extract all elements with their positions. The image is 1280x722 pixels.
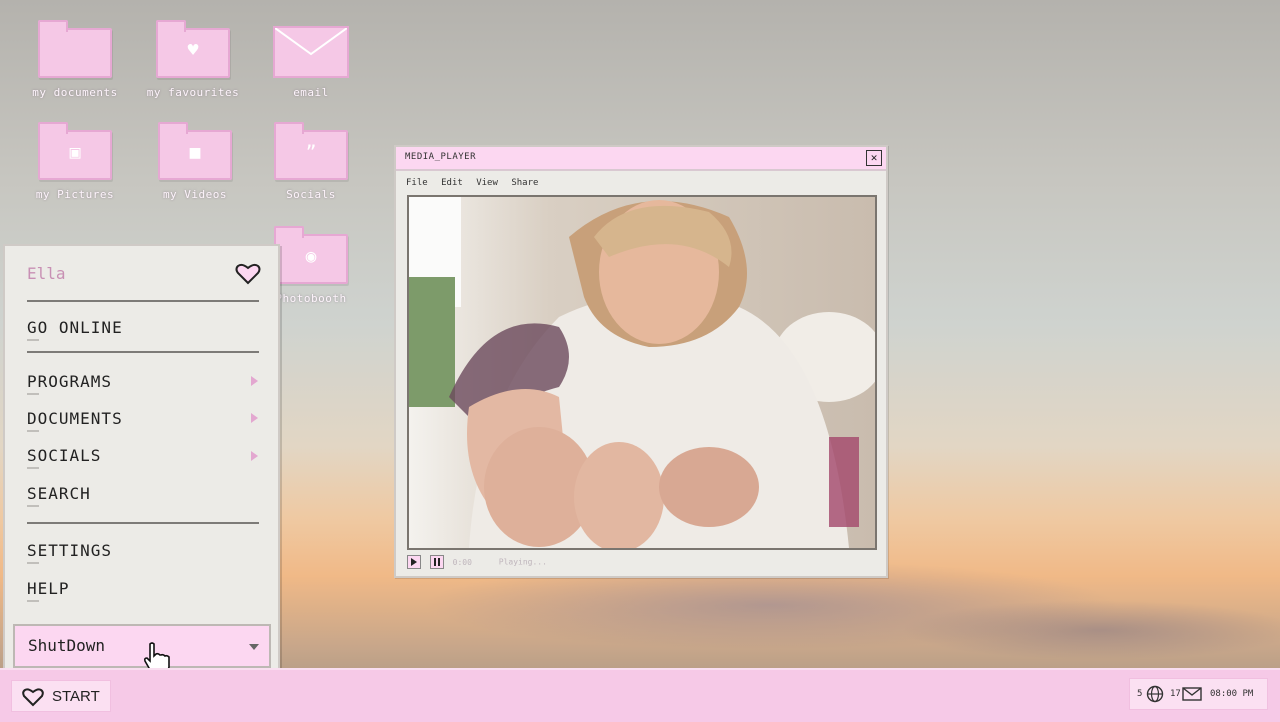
- heart-icon: [22, 688, 44, 707]
- close-icon: ✕: [870, 151, 878, 164]
- menu-item-go-online[interactable]: GO ONLINE: [27, 318, 123, 341]
- chevron-right-icon: [251, 376, 258, 386]
- desktop-icon-label: my Videos: [162, 188, 228, 201]
- menu-item-label: HELP: [27, 579, 70, 598]
- desktop-icon-label: my documents: [32, 86, 118, 99]
- clock: 08:00 PM: [1210, 689, 1254, 699]
- camera-folder-icon: ◉: [274, 226, 348, 284]
- desktop-icon-my-favourites[interactable]: ♥ my favourites: [138, 18, 248, 99]
- menu-item-label: GO ONLINE: [27, 318, 123, 337]
- menu-divider: [27, 300, 259, 302]
- menu-item-label: SOCIALS: [27, 446, 102, 465]
- system-tray: 5 17 08:00 PM: [1129, 678, 1268, 710]
- start-menu: Ella GO ONLINE PROGRAMS DOCUMENTS SOCIAL…: [3, 244, 280, 678]
- desktop-icon-my-documents[interactable]: my documents: [20, 18, 130, 99]
- menu-divider: [27, 351, 259, 353]
- envelope-icon: [273, 26, 349, 78]
- image-folder-icon: ▣: [38, 122, 112, 180]
- menu-item-documents[interactable]: DOCUMENTS: [27, 409, 123, 432]
- desktop-icon-label: email: [293, 86, 329, 99]
- menu-item-label: SEARCH: [27, 484, 91, 503]
- video-folder-icon: ■: [158, 122, 232, 180]
- menu-item-label: SETTINGS: [27, 541, 113, 560]
- menu-item-help[interactable]: HELP: [27, 579, 70, 602]
- chevron-right-icon: [251, 451, 258, 461]
- start-button[interactable]: START: [11, 680, 111, 712]
- mail-count: 17: [1170, 689, 1181, 699]
- notification-count: 5: [1137, 689, 1143, 699]
- menu-item-search[interactable]: SEARCH: [27, 484, 91, 507]
- video-content: [409, 197, 875, 548]
- playback-controls: 0:00 Playing...: [407, 555, 547, 571]
- heart-icon: [235, 263, 261, 285]
- desktop-icon-label: my favourites: [146, 86, 240, 99]
- shutdown-label: ShutDown: [28, 636, 106, 655]
- sky-cloud: [900, 600, 1280, 660]
- menu-edit[interactable]: Edit: [441, 178, 463, 188]
- menu-bar: File Edit View Share: [406, 178, 546, 188]
- pause-icon: [433, 558, 436, 566]
- folder-icon: [38, 20, 112, 78]
- chevron-down-icon: [249, 644, 259, 650]
- heart-folder-icon: ♥: [156, 20, 230, 78]
- desktop-icon-my-videos[interactable]: ■ my Videos: [140, 120, 250, 201]
- menu-item-label: PROGRAMS: [27, 372, 113, 391]
- menu-item-settings[interactable]: SETTINGS: [27, 541, 112, 564]
- taskbar: START 5 17 08:00 PM: [0, 668, 1280, 722]
- menu-file[interactable]: File: [406, 178, 428, 188]
- menu-item-programs[interactable]: PROGRAMS: [27, 372, 112, 395]
- mail-icon[interactable]: [1182, 687, 1202, 701]
- menu-divider: [27, 522, 259, 524]
- menu-share[interactable]: Share: [511, 178, 538, 188]
- user-name: Ella: [27, 264, 66, 283]
- quote-folder-icon: ”: [274, 122, 348, 180]
- window-title: MEDIA_PLAYER: [405, 152, 477, 162]
- playback-status: Playing...: [498, 557, 547, 567]
- playback-time: 0:00: [452, 557, 472, 567]
- desktop-icon-my-pictures[interactable]: ▣ my Pictures: [20, 120, 130, 201]
- menu-item-label: DOCUMENTS: [27, 409, 123, 428]
- globe-icon[interactable]: [1146, 685, 1164, 703]
- play-icon: [411, 558, 417, 566]
- menu-view[interactable]: View: [476, 178, 498, 188]
- desktop-icon-socials[interactable]: ” Socials: [256, 120, 366, 201]
- menu-item-socials[interactable]: SOCIALS: [27, 446, 101, 469]
- desktop-icon-label: Socials: [286, 188, 336, 201]
- pause-button[interactable]: [429, 555, 444, 569]
- play-button[interactable]: [407, 555, 421, 569]
- desktop-icon-label: my Pictures: [35, 188, 115, 201]
- chevron-right-icon: [251, 413, 258, 423]
- window-titlebar[interactable]: MEDIA_PLAYER ✕: [396, 147, 886, 171]
- close-button[interactable]: ✕: [866, 150, 882, 166]
- media-player-window: MEDIA_PLAYER ✕ File Edit View Share 0:00…: [394, 145, 888, 578]
- video-frame[interactable]: [407, 195, 877, 550]
- start-label: START: [52, 688, 100, 705]
- desktop-icon-email[interactable]: email: [256, 18, 366, 99]
